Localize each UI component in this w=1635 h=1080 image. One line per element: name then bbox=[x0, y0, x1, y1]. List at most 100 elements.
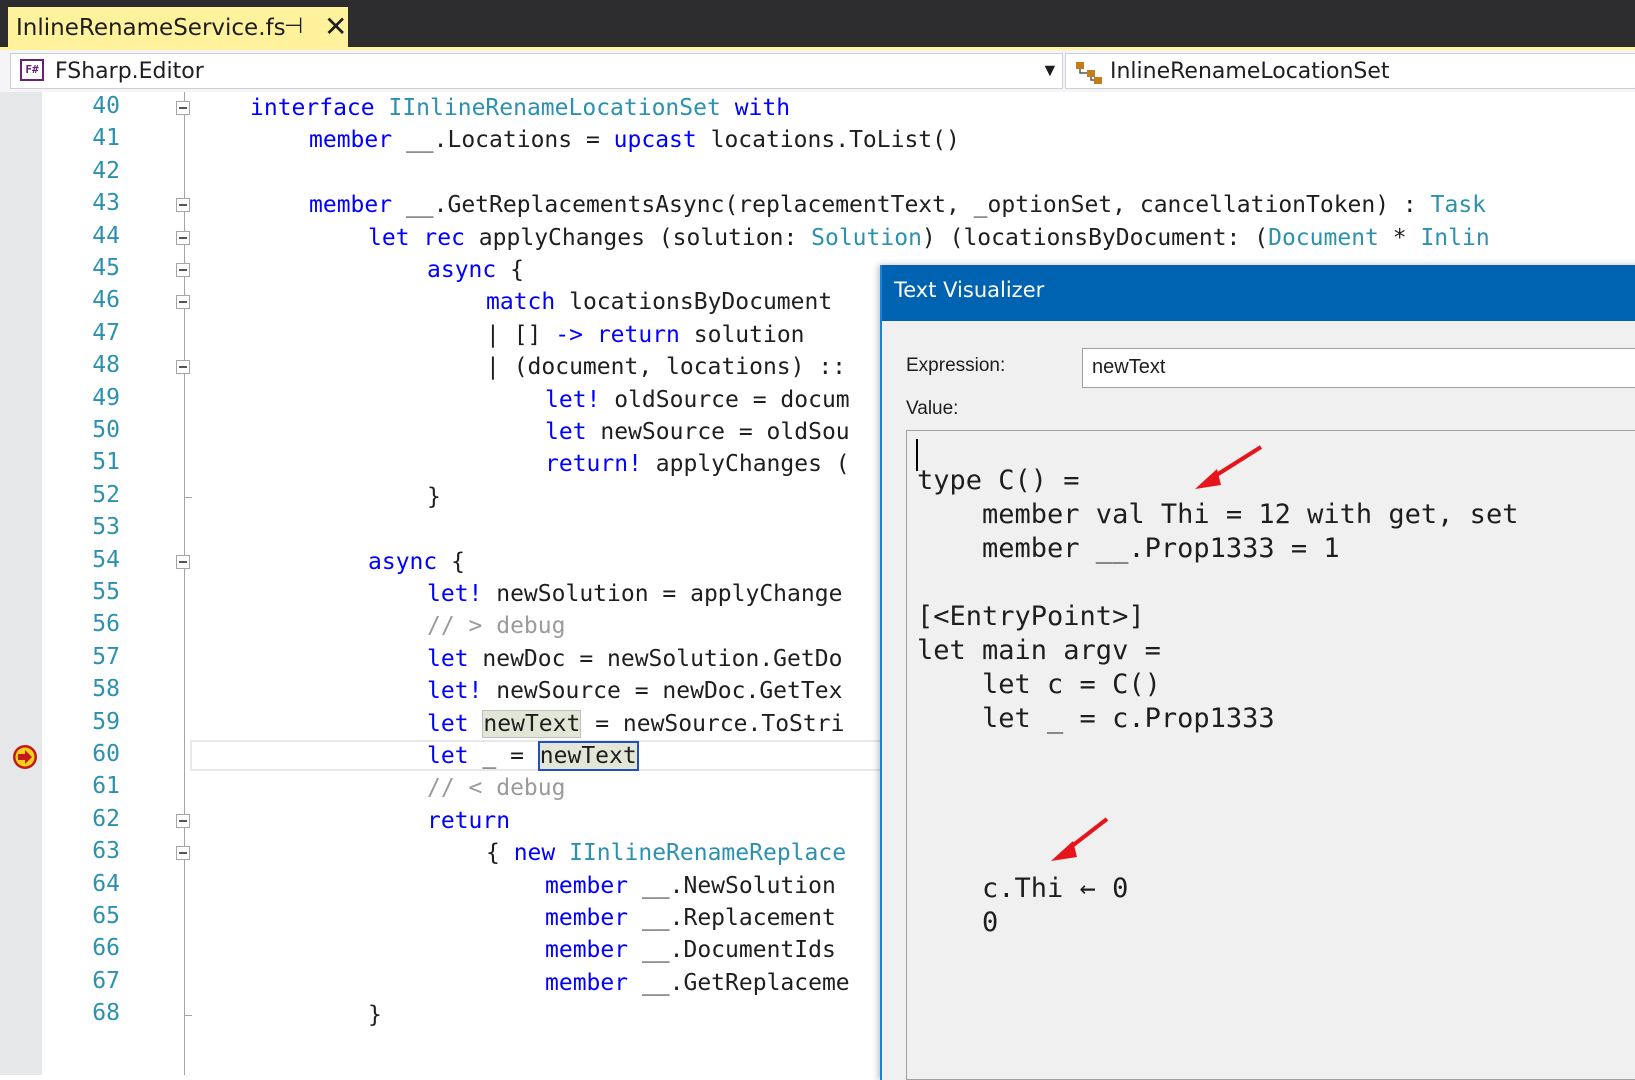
outline-end-marker bbox=[184, 999, 192, 1017]
line-number: 68 bbox=[92, 1000, 120, 1027]
value-line: 0 bbox=[917, 907, 999, 938]
code-text: } bbox=[427, 483, 441, 510]
code-text: let! newSolution = applyChange bbox=[427, 581, 843, 607]
value-line: let c = C() bbox=[917, 669, 1161, 700]
collapse-icon[interactable] bbox=[176, 230, 190, 245]
code-text: let rec applyChanges (solution: Solution… bbox=[368, 224, 1490, 251]
line-number: 52 bbox=[92, 481, 120, 508]
reference-highlight: newText bbox=[482, 709, 582, 738]
collapse-icon[interactable] bbox=[176, 846, 190, 861]
document-tab-bar: InlineRenameService.fs ⊣ ✕ bbox=[0, 0, 1635, 48]
line-number: 45 bbox=[92, 255, 120, 281]
value-line: type C() = bbox=[917, 465, 1080, 496]
dialog-title-bar[interactable]: Text Visualizer bbox=[882, 265, 1635, 321]
class-structure-icon bbox=[1076, 62, 1102, 84]
execution-pointer-icon[interactable] bbox=[12, 744, 38, 770]
line-number: 41 bbox=[92, 125, 120, 152]
fsharp-file-icon: F# bbox=[20, 59, 44, 81]
project-dropdown[interactable]: F# FSharp.Editor ▼ bbox=[10, 53, 1063, 89]
code-text: let newSource = oldSou bbox=[545, 419, 850, 445]
collapse-icon[interactable] bbox=[176, 198, 190, 213]
line-number: 59 bbox=[92, 708, 120, 735]
line-number: 66 bbox=[92, 935, 120, 962]
code-text: member __.NewSolution bbox=[545, 872, 836, 899]
code-text: let! oldSource = docum bbox=[545, 386, 850, 413]
code-text: return bbox=[427, 807, 511, 834]
line-number: 46 bbox=[92, 287, 120, 314]
code-text: | [] -> return solution bbox=[486, 321, 805, 348]
line-number: 53 bbox=[92, 514, 120, 541]
value-line: member __.Prop1333 = 1 bbox=[917, 533, 1340, 564]
red-arrow-icon bbox=[1051, 817, 1109, 861]
value-line: c.Thi ← 0 bbox=[917, 873, 1129, 904]
chevron-down-icon[interactable]: ▼ bbox=[1041, 60, 1059, 81]
collapse-icon[interactable] bbox=[176, 263, 190, 277]
reference-highlight-selected: newText bbox=[537, 741, 639, 771]
expression-input[interactable]: newText bbox=[1082, 348, 1635, 388]
value-textbox[interactable]: type C() = member val Thi = 12 with get,… bbox=[906, 430, 1635, 1080]
document-tab[interactable]: InlineRenameService.fs ⊣ ✕ bbox=[8, 7, 348, 48]
collapse-icon[interactable] bbox=[176, 554, 190, 569]
line-number: 43 bbox=[92, 190, 120, 217]
line-number: 56 bbox=[92, 611, 120, 638]
line-number: 48 bbox=[92, 352, 120, 379]
code-text: let newText = newSource.ToStri bbox=[427, 709, 845, 738]
line-number: 64 bbox=[92, 870, 120, 897]
code-text: member __.GetReplaceme bbox=[545, 969, 850, 996]
line-number: 57 bbox=[92, 643, 120, 670]
collapse-icon[interactable] bbox=[176, 295, 190, 310]
red-arrow-icon bbox=[1195, 445, 1263, 489]
code-text: match locationsByDocument bbox=[486, 289, 833, 316]
type-dropdown[interactable]: InlineRenameLocationSet bbox=[1065, 53, 1635, 89]
close-icon[interactable]: ✕ bbox=[324, 10, 347, 43]
line-number: 47 bbox=[92, 319, 120, 346]
dialog-title: Text Visualizer bbox=[894, 278, 1045, 302]
code-text: let _ = newText bbox=[427, 741, 639, 771]
collapse-icon[interactable] bbox=[176, 813, 190, 828]
text-visualizer-dialog: Text Visualizer Expression: newText Valu… bbox=[880, 265, 1635, 1080]
line-number: 49 bbox=[92, 384, 120, 411]
line-number: 44 bbox=[92, 222, 120, 249]
code-comment: // > debug bbox=[427, 613, 566, 640]
code-text: async { bbox=[368, 548, 465, 575]
code-text: member __.GetReplacementsAsync(replaceme… bbox=[309, 192, 1487, 219]
expression-label: Expression: bbox=[906, 355, 1006, 376]
line-number: 60 bbox=[92, 741, 120, 767]
navigation-bar: F# FSharp.Editor ▼ InlineRenameLocationS… bbox=[0, 50, 1635, 93]
code-text: } bbox=[368, 1002, 382, 1029]
project-dropdown-value: FSharp.Editor bbox=[55, 59, 204, 84]
code-text: member __.Replacement bbox=[545, 905, 836, 931]
code-text: member __.Locations = upcast locations.T… bbox=[309, 127, 960, 154]
value-label: Value: bbox=[906, 398, 959, 419]
line-number: 42 bbox=[92, 157, 120, 184]
code-text: | (document, locations) :: bbox=[486, 354, 847, 381]
code-line[interactable]: 44 let rec applyChanges (solution: Solut… bbox=[0, 222, 1635, 255]
line-number: 61 bbox=[92, 773, 120, 800]
value-line: member val Thi = 12 with get, set bbox=[917, 499, 1519, 530]
code-comment: // < debug bbox=[427, 775, 566, 802]
pin-icon[interactable]: ⊣ bbox=[284, 13, 303, 39]
value-line: let main argv = bbox=[917, 635, 1161, 666]
expression-input-value: newText bbox=[1092, 356, 1166, 378]
value-line: let _ = c.Prop1333 bbox=[917, 703, 1275, 734]
code-text: return! applyChanges ( bbox=[545, 451, 850, 478]
document-tab-label: InlineRenameService.fs bbox=[16, 14, 286, 41]
line-number: 54 bbox=[92, 546, 120, 573]
line-number: 63 bbox=[92, 838, 120, 865]
line-number: 67 bbox=[92, 967, 120, 994]
code-text: async { bbox=[427, 257, 524, 283]
collapse-icon[interactable] bbox=[176, 101, 190, 115]
code-text: interface IInlineRenameLocationSet with bbox=[250, 95, 791, 121]
line-number: 62 bbox=[92, 805, 120, 832]
code-line[interactable]: 40 interface IInlineRenameLocationSet wi… bbox=[0, 92, 1635, 125]
code-line[interactable]: 41 member __.Locations = upcast location… bbox=[0, 124, 1635, 157]
line-number: 55 bbox=[92, 579, 120, 605]
line-number: 40 bbox=[92, 93, 120, 119]
line-number: 58 bbox=[92, 676, 120, 703]
type-dropdown-value: InlineRenameLocationSet bbox=[1110, 59, 1390, 84]
value-line: [<EntryPoint>] bbox=[917, 601, 1145, 632]
code-line[interactable]: 43 member __.GetReplacementsAsync(replac… bbox=[0, 189, 1635, 222]
code-text: let! newSource = newDoc.GetTex bbox=[427, 678, 843, 705]
code-line[interactable]: 42 bbox=[0, 157, 1635, 190]
collapse-icon[interactable] bbox=[176, 360, 190, 375]
